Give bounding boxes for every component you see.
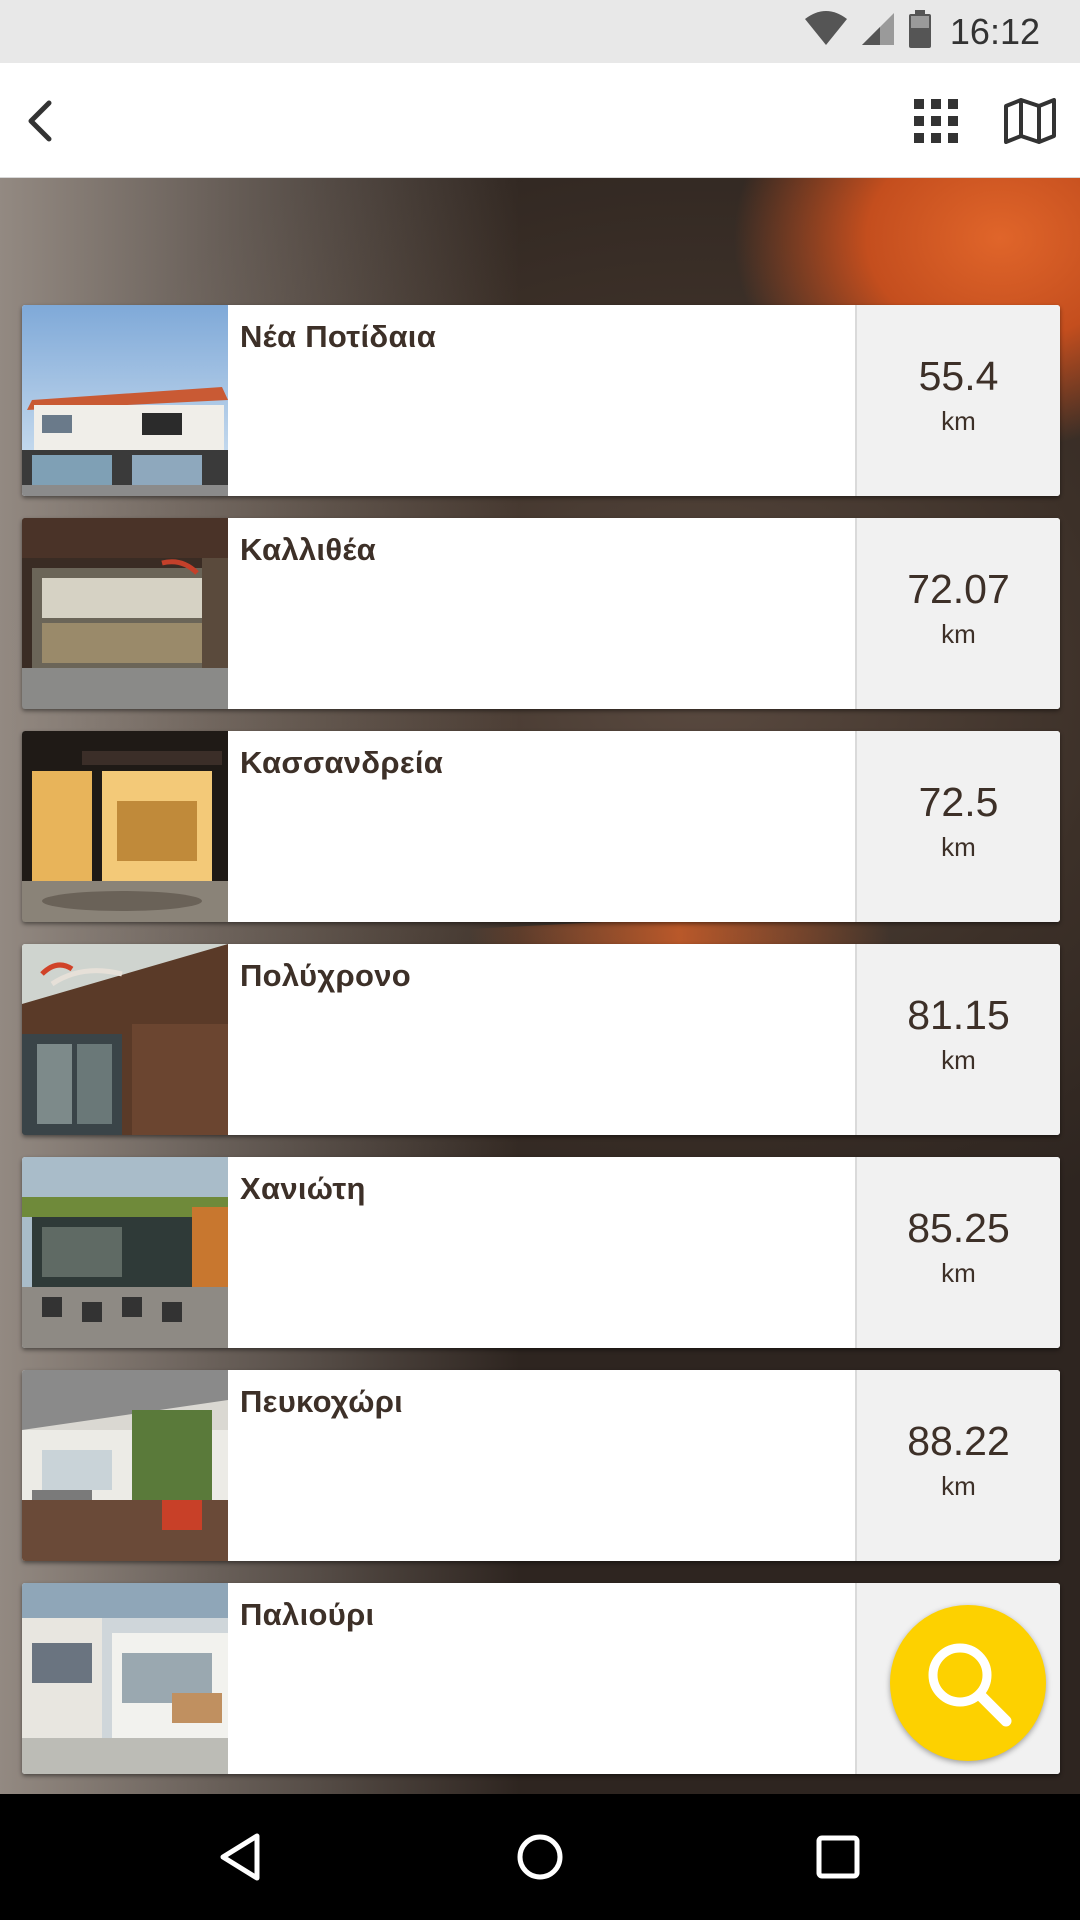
distance-value: 72.07 <box>907 566 1010 612</box>
distance-value: 88.22 <box>907 1418 1010 1464</box>
store-card[interactable]: Πευκοχώρι 88.22 km <box>22 1370 1060 1561</box>
distance-value: 72.5 <box>918 779 999 825</box>
store-name: Χανιώτη <box>240 1171 366 1206</box>
distance-unit: km <box>941 406 976 436</box>
store-name: Πολύχρονο <box>240 958 411 993</box>
clock: 16:12 <box>949 10 1040 52</box>
back-arrow-icon <box>28 100 52 142</box>
store-photo <box>22 1157 228 1348</box>
distance-unit: km <box>941 832 976 862</box>
app-bar <box>0 63 1080 178</box>
store-distance: 72.5 km <box>855 731 1060 922</box>
store-distance: 55.4 km <box>855 305 1060 496</box>
grid-view-button[interactable] <box>908 93 964 149</box>
store-photo <box>22 1583 228 1774</box>
cell-signal-icon <box>860 11 896 52</box>
store-distance: 85.25 km <box>855 1157 1060 1348</box>
map-icon <box>1004 98 1056 144</box>
grid-icon <box>914 99 958 143</box>
nav-recents-button[interactable] <box>808 1827 868 1887</box>
store-list-background: Νέα Ποτίδαια 55.4 km Καλλιθέα 72.07 km Κ… <box>0 178 1080 1794</box>
search-icon <box>928 1643 1012 1727</box>
store-card[interactable]: Καλλιθέα 72.07 km <box>22 518 1060 709</box>
store-name: Καλλιθέα <box>240 532 377 567</box>
status-bar: 16:12 <box>0 0 1080 63</box>
store-name: Νέα Ποτίδαια <box>240 319 437 354</box>
back-triangle-icon <box>220 1833 260 1881</box>
navigation-bar <box>0 1794 1080 1920</box>
store-photo <box>22 1370 228 1561</box>
store-photo <box>22 731 228 922</box>
distance-value: 81.15 <box>907 992 1010 1038</box>
nav-back-button[interactable] <box>210 1827 270 1887</box>
distance-unit: km <box>941 1045 976 1075</box>
back-button[interactable] <box>12 93 68 149</box>
store-name: Παλιούρι <box>240 1597 375 1632</box>
store-name: Κασσανδρεία <box>240 745 444 780</box>
store-card[interactable]: Κασσανδρεία 72.5 km <box>22 731 1060 922</box>
store-name: Πευκοχώρι <box>240 1384 404 1419</box>
store-distance: 88.22 km <box>855 1370 1060 1561</box>
store-photo <box>22 518 228 709</box>
map-view-button[interactable] <box>1000 91 1060 151</box>
distance-value: 55.4 <box>918 353 999 399</box>
nav-home-button[interactable] <box>510 1827 570 1887</box>
distance-unit: km <box>941 1471 976 1501</box>
store-distance: 72.07 km <box>855 518 1060 709</box>
store-card[interactable]: Νέα Ποτίδαια 55.4 km <box>22 305 1060 496</box>
store-card[interactable]: Χανιώτη 85.25 km <box>22 1157 1060 1348</box>
store-card[interactable]: Πολύχρονο 81.15 km <box>22 944 1060 1135</box>
distance-unit: km <box>941 619 976 649</box>
battery-icon <box>908 10 932 53</box>
distance-value: 85.25 <box>907 1205 1010 1251</box>
store-photo <box>22 944 228 1135</box>
distance-unit: km <box>941 1258 976 1288</box>
home-circle-icon <box>517 1834 563 1880</box>
search-button[interactable] <box>890 1605 1046 1761</box>
wifi-icon <box>804 11 848 52</box>
recents-square-icon <box>816 1835 860 1879</box>
store-photo <box>22 305 228 496</box>
store-distance: 81.15 km <box>855 944 1060 1135</box>
